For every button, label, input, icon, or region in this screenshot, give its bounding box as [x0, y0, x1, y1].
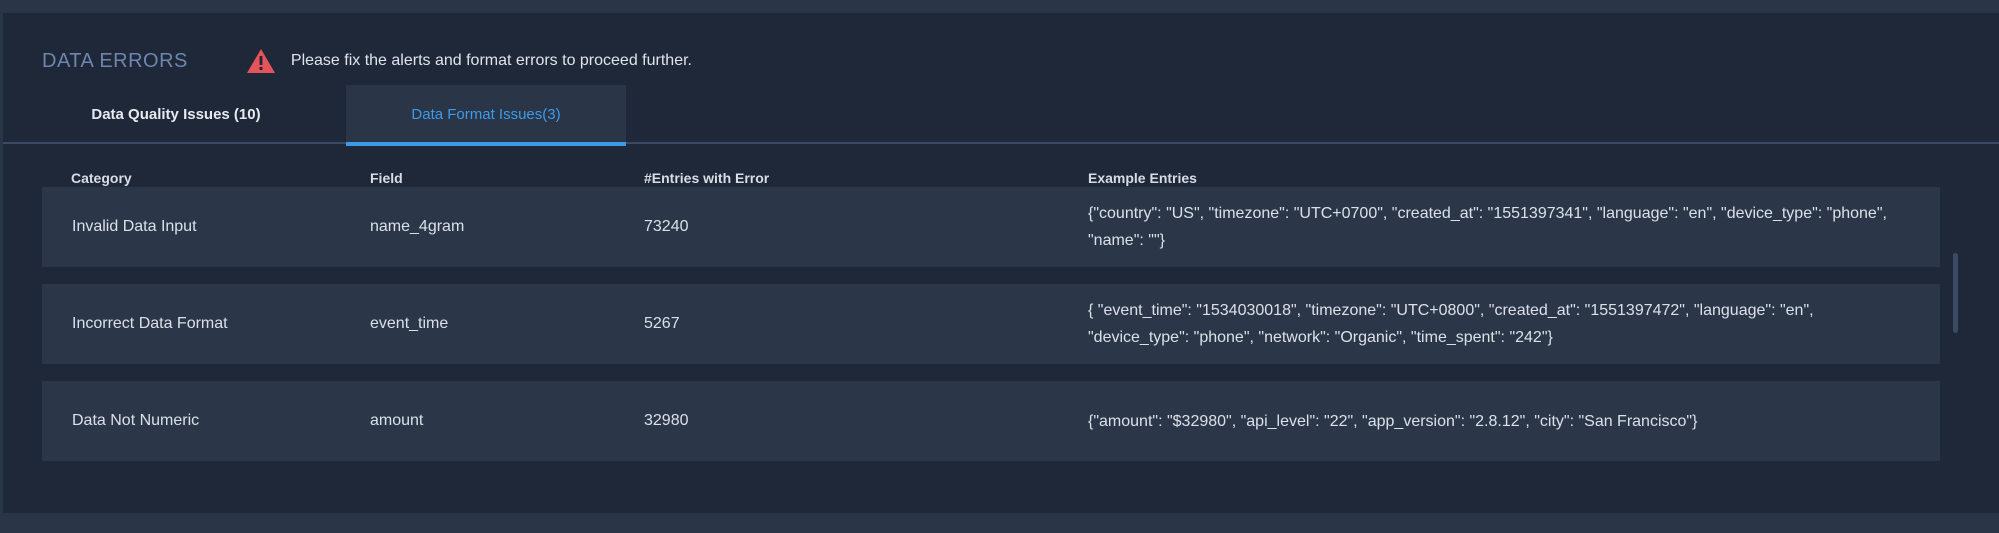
field-cell: name_4gram: [370, 218, 465, 235]
scrollbar[interactable]: [1953, 253, 1958, 333]
table-row[interactable]: Data Not Numeric amount 32980 {"amount":…: [42, 381, 1940, 461]
example-cell: {"country": "US", "timezone": "UTC+0700"…: [1088, 205, 1887, 249]
category-cell: Incorrect Data Format: [72, 315, 228, 332]
column-header-entries: #Entries with Error: [644, 170, 770, 186]
data-errors-panel: DATA ERRORS Please fix the alerts and fo…: [3, 13, 1999, 513]
example-cell: {"amount": "$32980", "api_level": "22", …: [1088, 412, 1698, 430]
entries-cell: 5267: [644, 315, 680, 332]
warning-triangle-icon: [246, 48, 276, 74]
header: DATA ERRORS Please fix the alerts and fo…: [42, 37, 692, 85]
table-row[interactable]: Invalid Data Input name_4gram 73240 {"co…: [42, 187, 1940, 267]
entries-cell: 73240: [644, 218, 689, 235]
tab-bar: Data Quality Issues (10) Data Format Iss…: [3, 85, 1999, 146]
column-header-example: Example Entries: [1088, 170, 1197, 186]
example-cell: { "event_time": "1534030018", "timezone"…: [1088, 302, 1814, 346]
table-row[interactable]: Incorrect Data Format event_time 5267 { …: [42, 284, 1940, 364]
entries-cell: 32980: [644, 412, 689, 429]
category-cell: Invalid Data Input: [72, 218, 197, 235]
field-cell: event_time: [370, 315, 449, 332]
tab-data-quality-issues[interactable]: Data Quality Issues (10): [48, 85, 304, 144]
tab-data-format-issues[interactable]: Data Format Issues(3): [346, 85, 626, 146]
page-title: DATA ERRORS: [42, 49, 188, 72]
category-cell: Data Not Numeric: [72, 412, 200, 429]
column-header-field: Field: [370, 170, 403, 186]
column-header-category: Category: [71, 170, 132, 186]
field-cell: amount: [370, 412, 424, 429]
warning-message: Please fix the alerts and format errors …: [290, 52, 692, 69]
